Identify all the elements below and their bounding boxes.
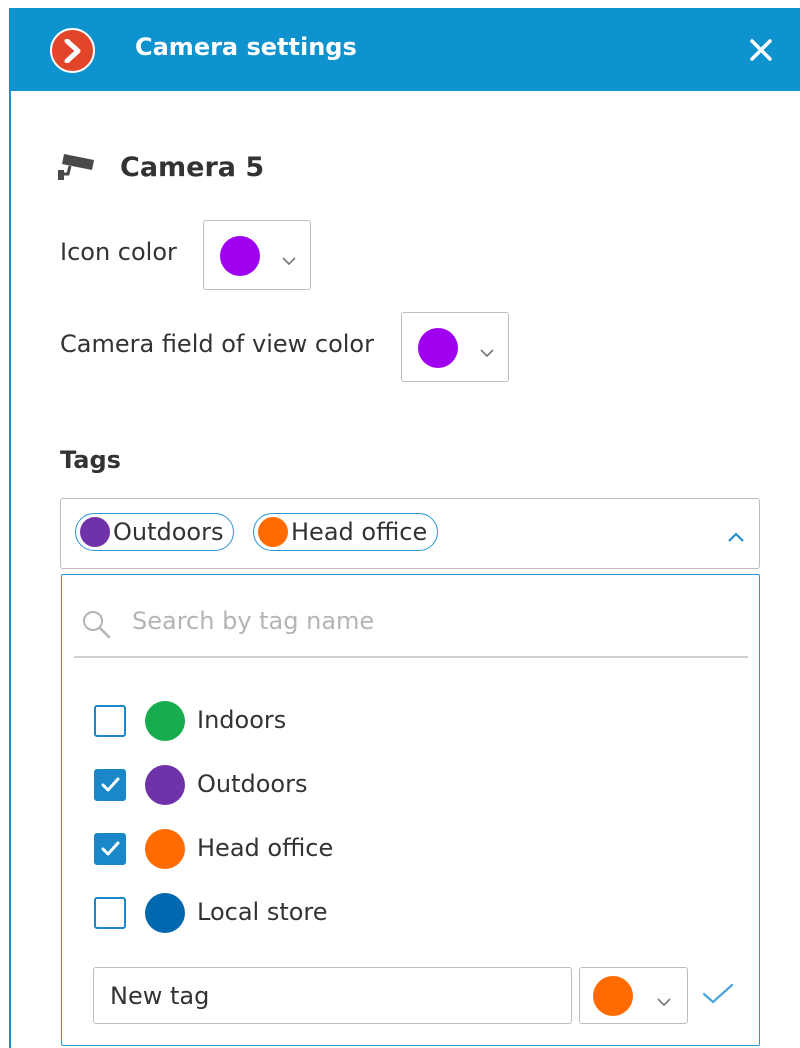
tags-select[interactable]: Outdoors Head office: [60, 498, 760, 569]
checkmark-icon: [101, 777, 120, 792]
icon-color-select[interactable]: [203, 220, 311, 290]
fov-color-label: Camera field of view color: [60, 330, 374, 358]
close-icon[interactable]: [747, 36, 775, 64]
tag-option-outdoors[interactable]: Outdoors: [94, 765, 494, 807]
tag-color-dot: [145, 701, 185, 741]
tag-chip-label: Outdoors: [113, 518, 224, 546]
tag-option-indoors[interactable]: Indoors: [94, 701, 494, 743]
confirm-new-tag-checkmark-icon[interactable]: [702, 983, 734, 1009]
checkbox[interactable]: [94, 897, 126, 929]
fov-color-select[interactable]: [401, 312, 509, 382]
fov-color-swatch: [418, 328, 458, 368]
tag-option-local-store[interactable]: Local store: [94, 893, 494, 935]
search-divider: [74, 656, 748, 658]
panel-border: [9, 91, 11, 1048]
tag-color-dot: [258, 517, 288, 547]
tag-chip-label: Head office: [291, 518, 428, 546]
new-tag-color-swatch: [593, 976, 633, 1016]
tags-label: Tags: [60, 446, 121, 474]
app-logo-icon: [50, 28, 95, 73]
dialog-header: Camera settings: [9, 8, 800, 91]
tags-dropdown: Indoors Outdoors Head office Local store: [61, 574, 760, 1046]
checkbox[interactable]: [94, 769, 126, 801]
new-tag-color-select[interactable]: [579, 967, 688, 1024]
tag-color-dot: [145, 765, 185, 805]
tag-color-dot: [80, 517, 110, 547]
tag-color-dot: [145, 829, 185, 869]
tag-option-label: Local store: [197, 898, 328, 926]
tag-chip-head-office[interactable]: Head office: [253, 513, 439, 551]
tag-option-head-office[interactable]: Head office: [94, 829, 494, 871]
search-icon: [81, 609, 111, 643]
tag-option-label: Head office: [197, 834, 334, 862]
chevron-down-icon: [282, 251, 296, 270]
chevron-up-icon[interactable]: [728, 527, 744, 546]
checkbox[interactable]: [94, 705, 126, 737]
camera-name: Camera 5: [120, 152, 265, 183]
checkbox[interactable]: [94, 833, 126, 865]
tag-option-label: Outdoors: [197, 770, 308, 798]
tag-color-dot: [145, 893, 185, 933]
tag-chip-outdoors[interactable]: Outdoors: [75, 513, 235, 551]
tag-search-input[interactable]: [132, 603, 732, 639]
new-tag-input[interactable]: [93, 967, 572, 1024]
icon-color-label: Icon color: [60, 238, 177, 266]
chevron-down-icon: [480, 343, 494, 362]
checkmark-icon: [101, 841, 120, 856]
dialog-title: Camera settings: [135, 33, 357, 61]
chevron-down-icon: [657, 992, 671, 1011]
icon-color-swatch: [220, 236, 260, 276]
tag-option-label: Indoors: [197, 706, 287, 734]
camera-icon: [56, 150, 100, 188]
